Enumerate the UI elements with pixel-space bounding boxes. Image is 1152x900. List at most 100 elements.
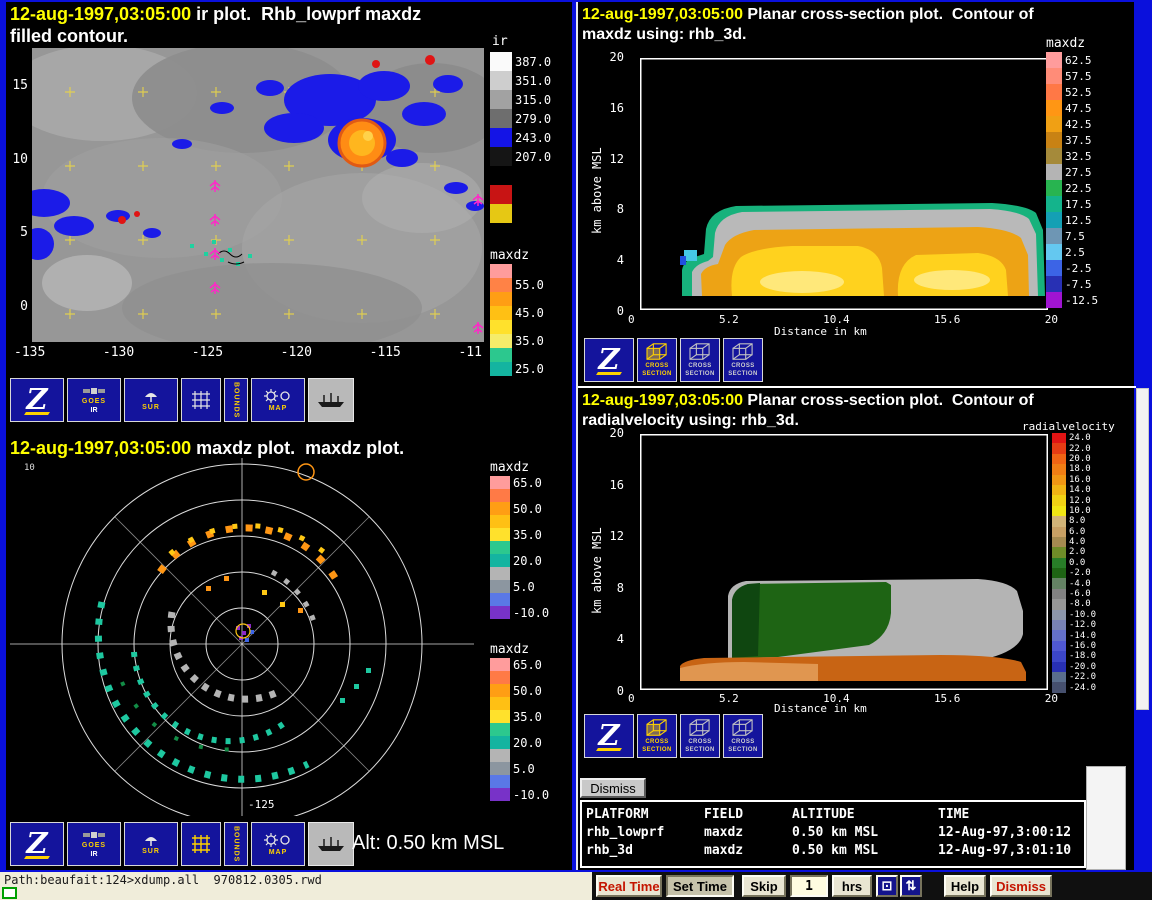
colorbar-value: 279.0 [515, 112, 551, 126]
colorbar-cell [490, 671, 510, 684]
colorbar-value: -12.5 [1065, 294, 1098, 307]
colorbar-cell [1052, 651, 1066, 661]
clock-icon-button[interactable]: ⊡ [876, 875, 898, 897]
zebra-logo-button[interactable]: Z [584, 714, 634, 758]
status-path-area: Path:beaufait:124>xdump.all 970812.0305.… [0, 872, 592, 900]
cross-section-button-2[interactable]: CROSS SECTION [680, 714, 720, 758]
colorbar-cell [1046, 180, 1062, 196]
zebra-logo-button[interactable]: Z [10, 822, 64, 866]
colorbar-row [490, 749, 549, 762]
colorbar-cell [1052, 641, 1066, 651]
xsect-maxdz-title: 12-aug-1997,03:05:00 Planar cross-sectio… [582, 6, 1034, 24]
column-header: TIME [938, 806, 1080, 824]
axis-tick-label: 20 [1045, 313, 1058, 326]
colorbar-value: 7.5 [1065, 230, 1085, 243]
column-header: PLATFORM [586, 806, 704, 824]
ir-label: IR [91, 851, 98, 859]
goes-ir-button[interactable]: GOES IR [67, 822, 121, 866]
colorbar-cell [1052, 630, 1066, 640]
surveillance-button[interactable]: SUR [124, 378, 178, 422]
section-label: SECTION [728, 747, 757, 754]
axis-tick-label: 0 [617, 304, 624, 318]
skip-button[interactable]: Skip [742, 875, 786, 897]
xsect-maxdz-plot[interactable] [640, 58, 1048, 310]
cross-section-button-2[interactable]: CROSS SECTION [680, 338, 720, 382]
ir-label: IR [91, 407, 98, 415]
colorbar-value: 35.0 [513, 710, 542, 724]
zebra-logo: Z [598, 345, 619, 374]
surveillance-button[interactable]: SUR [124, 822, 178, 866]
colorbar-cell [490, 541, 510, 554]
zebra-logo: Z [26, 385, 47, 414]
colorbar-row: 65.0 [490, 476, 549, 489]
xsect-vel-plot[interactable] [640, 434, 1048, 690]
colorbar-row: -12.0 [1052, 620, 1096, 630]
colorbar-row [490, 348, 544, 362]
ir-plot-title: 12-aug-1997,03:05:00 ir plot. Rhb_lowprf… [10, 4, 421, 25]
ir-satellite-image[interactable] [32, 48, 484, 342]
colorbar-cell [490, 334, 512, 348]
colorbar-row: 47.5 [1046, 100, 1098, 116]
colorbar-value: 12.5 [1065, 214, 1092, 227]
step-icon-button[interactable]: ⇅ [900, 875, 922, 897]
axis-tick-label: 0 [20, 299, 28, 314]
zebra-logo-button[interactable]: Z [10, 378, 64, 422]
colorbar-cell [1046, 260, 1062, 276]
colorbar-cell [490, 606, 510, 619]
cube-icon [687, 342, 713, 362]
cross-section-button-1[interactable]: CROSS SECTION [637, 338, 677, 382]
zebra-underline [24, 412, 50, 415]
colorbar-value: -2.5 [1065, 262, 1092, 275]
scrollbar[interactable] [1136, 388, 1149, 710]
colorbar-row: 37.5 [1046, 132, 1098, 148]
cross-label: CROSS [688, 363, 711, 370]
cross-section-button-3[interactable]: CROSS SECTION [723, 338, 763, 382]
help-button[interactable]: Help [944, 875, 986, 897]
bounds-button[interactable]: BOUNDS [224, 378, 248, 422]
ship-button[interactable] [308, 378, 354, 422]
grid-button-active[interactable] [181, 822, 221, 866]
colorbar-value: -14.0 [1069, 631, 1096, 641]
map-button[interactable]: MAP [251, 378, 305, 422]
colorbar-cell [490, 593, 510, 606]
colorbar-row: -7.5 [1046, 276, 1098, 292]
colorbar-cell [490, 502, 510, 515]
zebra-logo-button[interactable]: Z [584, 338, 634, 382]
colorbar-row [490, 567, 549, 580]
colorbar-value: 35.0 [515, 334, 544, 348]
dismiss-button[interactable]: Dismiss [580, 778, 646, 798]
grid-icon [191, 390, 211, 410]
cross-section-button-3[interactable]: CROSS SECTION [723, 714, 763, 758]
set-time-button[interactable]: Set Time [666, 875, 734, 897]
grid-button[interactable] [181, 378, 221, 422]
axis-tick-label: -120 [281, 345, 312, 360]
dismiss-control-button[interactable]: Dismiss [990, 875, 1052, 897]
skip-value-input[interactable] [790, 875, 828, 897]
gear-icon [263, 388, 293, 404]
colorbar-value: 22.5 [1065, 182, 1092, 195]
colorbar-cell [1046, 212, 1062, 228]
radar-ppi-display[interactable]: -125 10 [10, 458, 474, 816]
section-label: SECTION [685, 747, 714, 754]
real-time-button[interactable]: Real Time [596, 875, 662, 897]
axis-tick-label: 5.2 [719, 692, 739, 705]
colorbar-value: 5.0 [513, 762, 535, 776]
colorbar-cell [1052, 485, 1066, 495]
xsect-vel-y-ticks: 201612840 [602, 426, 624, 698]
goes-ir-button[interactable]: GOES IR [67, 378, 121, 422]
cross-section-button-1[interactable]: CROSS SECTION [637, 714, 677, 758]
colorbar-cell [490, 736, 510, 749]
bounds-button[interactable]: BOUNDS [224, 822, 248, 866]
xsect-maxdz-toolbar: Z CROSS SECTION CROSS SECTION CROSS SECT… [584, 338, 763, 382]
colorbar-value: 8.0 [1069, 516, 1085, 526]
field-cell: maxdz [704, 842, 792, 860]
ir-colorbar: 387.0351.0315.0279.0243.0207.0 [490, 52, 551, 242]
colorbar-cell [490, 204, 512, 223]
colorbar-cell [490, 567, 510, 580]
colorbar-row: -8.0 [1052, 599, 1096, 609]
colorbar-row: 20.0 [490, 736, 549, 749]
hrs-button[interactable]: hrs [832, 875, 872, 897]
map-button[interactable]: MAP [251, 822, 305, 866]
colorbar-cell [1052, 547, 1066, 557]
ship-button[interactable] [308, 822, 354, 866]
